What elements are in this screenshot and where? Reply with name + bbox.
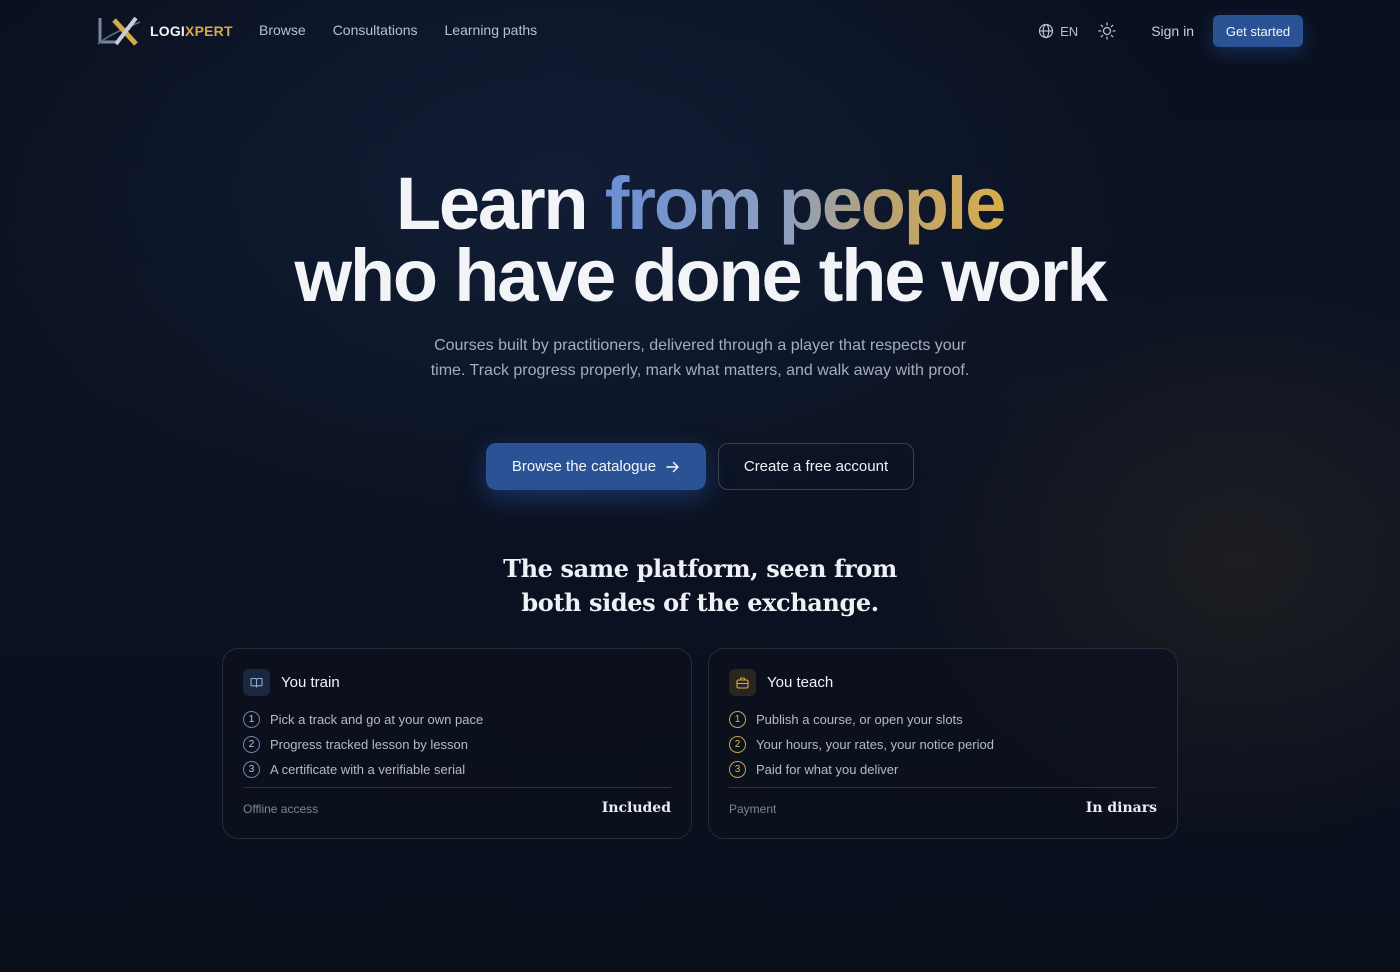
you-train-card: You train 1 Pick a track and go at your o… [222,648,692,839]
logo-mark-icon [97,16,141,46]
card-title: You teach [767,674,834,691]
browse-catalogue-button[interactable]: Browse the catalogue [486,443,706,490]
nav-actions: EN Sign in Get started [1038,15,1303,47]
book-icon [243,669,270,696]
get-started-button[interactable]: Get started [1213,15,1303,47]
list-item: 2 Progress tracked lesson by lesson [243,732,483,757]
hero-title-line2: who have done the work [294,234,1108,317]
briefcase-icon [729,669,756,696]
list-item: 3 Paid for what you deliver [729,757,994,782]
card-title: You train [281,674,340,691]
you-teach-card: You teach 1 Publish a course, or open you… [708,648,1178,839]
card-header: You train [243,669,340,696]
hero-title: Learn from people who have done the work [0,167,1400,313]
list-item: 2 Your hours, your rates, your notice per… [729,732,994,757]
nav-link-learning-paths[interactable]: Learning paths [445,22,538,38]
create-account-button[interactable]: Create a free account [718,443,914,490]
hero-title-word: Learn [395,162,589,245]
globe-icon [1039,23,1054,39]
card-footer-value: In dinars [1085,800,1157,816]
step-number: 2 [729,736,746,753]
section-title: The same platform, seen from both sides … [0,552,1400,620]
nav-link-consultations[interactable]: Consultations [333,22,418,38]
card-footer-label: Offline access [243,802,319,816]
section-title-line1: The same platform, seen from [503,554,897,583]
list-item: 1 Publish a course, or open your slots [729,707,994,732]
step-text: A certificate with a verifiable serial [270,762,466,777]
language-switcher[interactable]: EN [1038,23,1078,39]
hero-cta-row: Browse the catalogue Create a free accou… [486,443,914,490]
card-divider [729,787,1157,788]
card-header: You teach [729,669,833,696]
arrow-right-icon [666,461,679,472]
hero-title-highlight: from people [604,162,1006,245]
sign-in-link[interactable]: Sign in [1151,23,1194,39]
brand-name: LOGIXPERT [150,23,233,39]
language-label: EN [1060,23,1079,39]
step-text: Progress tracked lesson by lesson [270,737,468,752]
step-text: Your hours, your rates, your notice peri… [756,737,994,752]
card-footer-label: Payment [729,802,777,816]
step-text: Publish a course, or open your slots [756,712,963,727]
main-nav: Browse Consultations Learning paths [259,22,537,38]
section-title-line2: both sides of the exchange. [521,588,879,617]
step-text: Pick a track and go at your own pace [270,712,484,727]
steps-list: 1 Pick a track and go at your own pace 2P… [243,707,483,782]
top-navigation: LOGIXPERT Browse Consultations Learning … [0,0,1400,62]
hero-subtitle: Courses built by practitioners, delivere… [430,337,970,379]
theme-toggle[interactable] [1098,22,1116,40]
steps-list: 1 Publish a course, or open your slots 2Y… [729,707,994,782]
step-number: 1 [243,711,260,728]
step-number: 3 [243,761,260,778]
nav-link-browse[interactable]: Browse [259,22,306,38]
step-number: 1 [729,711,746,728]
list-item: 1 Pick a track and go at your own pace [243,707,483,732]
list-item: 3 A certificate with a verifiable serial [243,757,483,782]
brand-logo[interactable]: LOGIXPERT [96,14,233,48]
step-number: 3 [729,761,746,778]
card-divider [243,787,671,788]
step-text: Paid for what you deliver [756,762,899,777]
browse-catalogue-label: Browse the catalogue [511,458,657,475]
sun-icon [1098,22,1116,40]
step-number: 2 [243,736,260,753]
card-footer-value: Included [601,800,671,816]
